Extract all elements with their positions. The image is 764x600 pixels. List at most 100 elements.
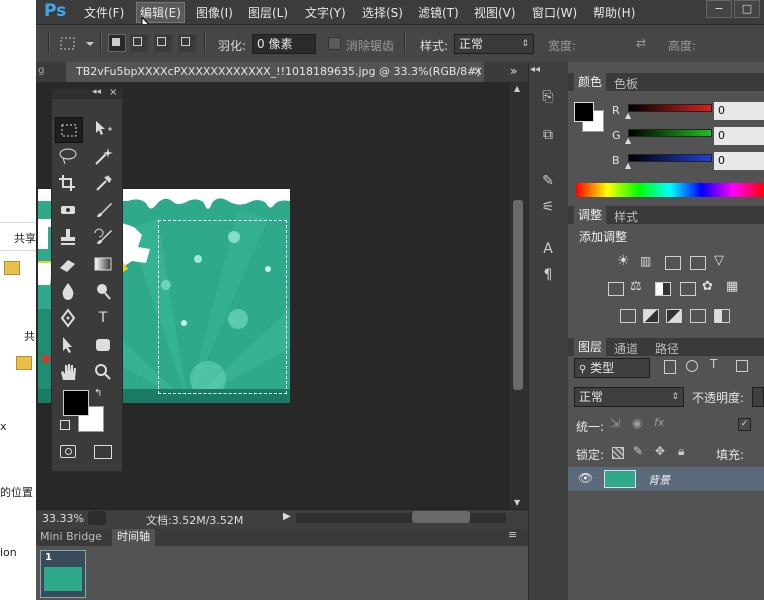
- restore-button[interactable]: □: [734, 0, 760, 18]
- tab-layers[interactable]: 图层: [574, 338, 607, 356]
- brightness-contrast-icon[interactable]: ☀: [617, 253, 630, 269]
- color-lookup-icon[interactable]: ▦: [726, 279, 738, 294]
- menu-help[interactable]: 帮助(H): [593, 4, 635, 21]
- clone-stamp-tool-icon[interactable]: [55, 225, 81, 249]
- horizontal-scrollbar[interactable]: [296, 513, 506, 523]
- document-tab[interactable]: TB2vFu5bpXXXXcPXXXXXXXXXXXX_!!1018189635…: [66, 62, 484, 82]
- menu-window[interactable]: 窗口(W): [532, 4, 577, 21]
- hue-saturation-icon[interactable]: [608, 282, 624, 296]
- eraser-tool-icon[interactable]: [55, 252, 81, 276]
- collapse-strip-icon[interactable]: ◂◂: [530, 64, 540, 75]
- blur-tool-icon[interactable]: [55, 279, 81, 303]
- vertical-scrollbar-thumb[interactable]: [513, 200, 523, 390]
- slider-handle-icon[interactable]: ▲: [625, 136, 631, 145]
- channel-b-slider[interactable]: [628, 154, 712, 162]
- paragraph-panel-icon[interactable]: ¶: [536, 264, 560, 286]
- zoom-level[interactable]: 33.33%: [42, 512, 84, 525]
- new-selection-icon[interactable]: [108, 34, 126, 52]
- unify-style-icon[interactable]: fx: [654, 416, 664, 429]
- lock-pixels-icon[interactable]: ✎: [633, 444, 643, 458]
- posterize-icon[interactable]: [643, 309, 659, 323]
- channel-r-slider[interactable]: [628, 104, 712, 112]
- channel-mixer-icon[interactable]: ✿: [702, 279, 713, 294]
- threshold-icon[interactable]: [666, 309, 682, 323]
- fg-color-chip[interactable]: [574, 102, 594, 122]
- brush-tool-icon[interactable]: [90, 198, 116, 222]
- magic-wand-tool-icon[interactable]: [90, 144, 116, 168]
- collapse-toolbox-icon[interactable]: ◂◂: [92, 87, 101, 97]
- slider-handle-icon[interactable]: ▲: [625, 161, 631, 170]
- exposure-icon[interactable]: [690, 256, 706, 270]
- eye-icon[interactable]: 👁︎: [578, 471, 593, 485]
- vibrance-icon[interactable]: ▽: [714, 253, 724, 268]
- zoom-tool-icon[interactable]: [90, 360, 116, 384]
- tool-presets-icon[interactable]: ⚟: [536, 196, 560, 218]
- type-tool-icon[interactable]: T: [90, 306, 116, 330]
- quick-mask-icon[interactable]: [60, 445, 76, 458]
- scroll-up-icon[interactable]: ▲: [514, 84, 520, 93]
- swap-icon[interactable]: ⇄: [636, 36, 646, 50]
- screen-mode-icon[interactable]: [94, 445, 112, 459]
- add-selection-icon[interactable]: [130, 34, 148, 52]
- brush-presets-icon[interactable]: ✎: [536, 170, 560, 192]
- invert-icon[interactable]: [620, 309, 636, 323]
- lock-transparent-icon[interactable]: [612, 447, 624, 459]
- tab-paths[interactable]: 路径: [655, 340, 679, 357]
- unify-position-icon[interactable]: ⇲: [610, 416, 620, 430]
- lock-all-icon[interactable]: 🔒︎: [678, 444, 684, 459]
- status-menu-arrow-icon[interactable]: ▶: [283, 511, 291, 522]
- spot-healing-tool-icon[interactable]: [55, 198, 81, 222]
- menu-view[interactable]: 视图(V): [474, 4, 516, 21]
- filter-type-icon[interactable]: T: [710, 357, 717, 371]
- propagate-checkbox[interactable]: ✓: [738, 418, 751, 431]
- hand-tool-icon[interactable]: [55, 360, 81, 384]
- character-panel-icon[interactable]: A: [536, 238, 560, 260]
- levels-icon[interactable]: ▥: [640, 254, 651, 268]
- feather-input[interactable]: 0 像素: [252, 34, 316, 54]
- channel-b-value[interactable]: 0: [714, 152, 764, 170]
- marquee-preset-icon[interactable]: [60, 36, 96, 52]
- path-selection-tool-icon[interactable]: [55, 333, 81, 357]
- blend-mode-select[interactable]: 正常 ⇕: [574, 387, 684, 407]
- menu-filter[interactable]: 滤镜(T): [418, 4, 459, 21]
- horizontal-scrollbar-thumb[interactable]: [412, 511, 470, 523]
- curves-icon[interactable]: [665, 256, 681, 270]
- tab-swatches[interactable]: 色板: [614, 75, 638, 92]
- tab-channels[interactable]: 通道: [614, 340, 638, 357]
- tab-mini-bridge[interactable]: Mini Bridge: [40, 530, 102, 543]
- gradient-tool-icon[interactable]: [90, 252, 116, 276]
- history-panel-icon[interactable]: ⎘: [536, 86, 560, 108]
- tab-timeline[interactable]: 时间轴: [112, 529, 155, 546]
- swap-colors-icon[interactable]: ↰: [94, 388, 102, 399]
- dodge-tool-icon[interactable]: [90, 279, 116, 303]
- collapse-panels-icon[interactable]: »: [510, 64, 517, 78]
- panel-menu-icon[interactable]: ≡: [508, 528, 517, 541]
- color-balance-icon[interactable]: ⚖: [630, 279, 642, 294]
- filter-pixel-icon[interactable]: [664, 360, 676, 374]
- intersect-selection-icon[interactable]: [178, 34, 196, 52]
- scroll-left-icon[interactable]: g: [38, 65, 44, 76]
- channel-r-value[interactable]: 0: [714, 102, 764, 120]
- subtract-selection-icon[interactable]: [154, 34, 172, 52]
- unify-visibility-icon[interactable]: ◉: [632, 416, 642, 430]
- move-tool-icon[interactable]: [90, 117, 116, 141]
- antialias-checkbox[interactable]: [328, 37, 341, 50]
- selective-color-icon[interactable]: [714, 309, 730, 323]
- channel-g-value[interactable]: 0: [714, 127, 764, 145]
- tab-color[interactable]: 颜色: [574, 73, 607, 91]
- filter-shape-icon[interactable]: [736, 360, 748, 372]
- tab-adjustments[interactable]: 调整: [574, 206, 607, 224]
- default-colors-icon[interactable]: [60, 420, 70, 430]
- black-white-icon[interactable]: [655, 282, 671, 296]
- filter-adjustment-icon[interactable]: [686, 360, 698, 372]
- lock-position-icon[interactable]: ✥: [655, 444, 665, 458]
- scroll-down-icon[interactable]: ▼: [514, 498, 520, 507]
- 3d-panel-icon[interactable]: ⧉: [536, 124, 560, 146]
- shape-tool-icon[interactable]: [90, 333, 116, 357]
- menu-image[interactable]: 图像(I): [196, 4, 233, 21]
- menu-select[interactable]: 选择(S): [362, 4, 403, 21]
- gradient-map-icon[interactable]: [690, 309, 706, 323]
- timeline-frame[interactable]: 1: [40, 550, 86, 598]
- layer-filter-select[interactable]: ⚲ 类型: [574, 358, 650, 378]
- foreground-color-swatch[interactable]: [63, 390, 89, 416]
